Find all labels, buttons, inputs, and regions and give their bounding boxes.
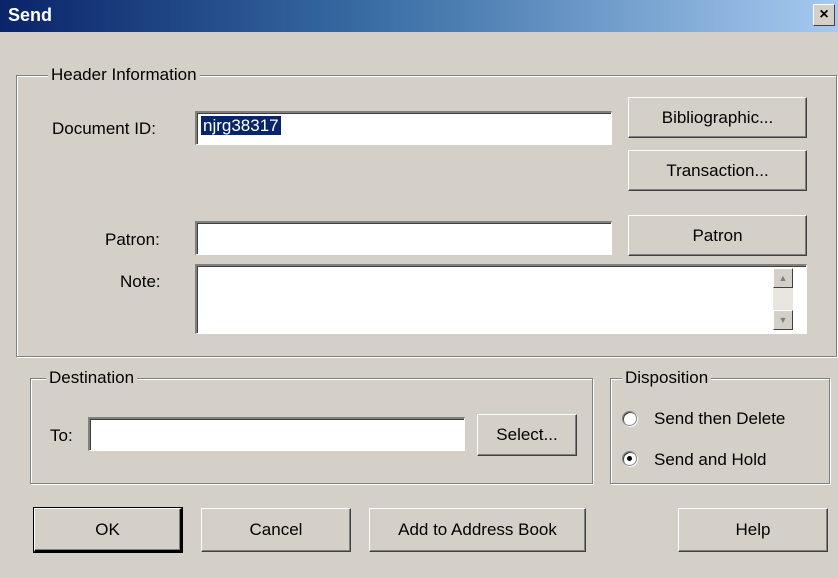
send-and-hold-label[interactable]: Send and Hold xyxy=(654,450,766,470)
note-field[interactable] xyxy=(195,264,807,334)
patron-field[interactable] xyxy=(195,221,612,255)
transaction-button[interactable]: Transaction... xyxy=(628,150,807,191)
radio-selected-dot-icon xyxy=(627,456,632,461)
to-label: To: xyxy=(50,426,73,445)
select-button[interactable]: Select... xyxy=(477,414,577,456)
help-button[interactable]: Help xyxy=(678,508,828,552)
ok-button[interactable]: OK xyxy=(33,507,183,553)
to-field[interactable] xyxy=(88,417,465,451)
destination-legend: Destination xyxy=(46,368,138,388)
send-then-delete-radio[interactable] xyxy=(622,411,637,426)
scroll-up-icon[interactable]: ▲ xyxy=(773,268,793,288)
header-information-legend: Header Information xyxy=(48,65,200,85)
scroll-down-icon[interactable]: ▼ xyxy=(773,310,793,330)
title-bar xyxy=(0,0,838,32)
document-id-label: Document ID: xyxy=(52,119,156,138)
disposition-legend: Disposition xyxy=(622,368,712,388)
document-id-field[interactable]: njrg38317 xyxy=(195,111,612,145)
patron-button[interactable]: Patron xyxy=(628,215,807,256)
send-then-delete-label[interactable]: Send then Delete xyxy=(654,409,785,429)
send-and-hold-radio[interactable] xyxy=(622,451,637,466)
bibliographic-button[interactable]: Bibliographic... xyxy=(628,97,807,138)
add-to-address-book-button[interactable]: Add to Address Book xyxy=(369,508,586,552)
close-button[interactable]: × xyxy=(813,4,835,26)
cancel-button[interactable]: Cancel xyxy=(201,508,351,552)
note-label: Note: xyxy=(120,272,161,291)
document-id-value: njrg38317 xyxy=(201,116,281,135)
window-title: Send xyxy=(8,5,53,25)
patron-label: Patron: xyxy=(105,230,160,249)
